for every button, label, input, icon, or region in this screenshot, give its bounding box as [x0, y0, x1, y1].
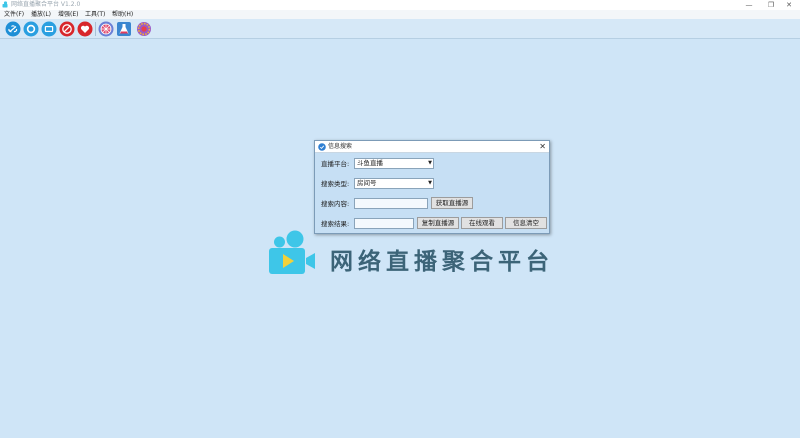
platform-select[interactable]: 斗鱼直播 ▼	[354, 158, 434, 169]
copy-live-source-button[interactable]: 复制直播源	[417, 217, 459, 229]
link-icon[interactable]	[5, 21, 21, 37]
chevron-down-icon: ▼	[428, 160, 432, 166]
globe-icon[interactable]	[98, 21, 114, 37]
chevron-down-icon: ▼	[428, 180, 432, 186]
tv-icon[interactable]	[41, 21, 57, 37]
search-content-label: 搜索内容:	[321, 200, 350, 208]
record-icon[interactable]	[59, 21, 75, 37]
platform-value: 斗鱼直播	[357, 159, 383, 167]
dialog-title: 信息搜索	[328, 143, 353, 150]
get-live-source-button[interactable]: 获取直播源	[431, 197, 473, 209]
search-type-select[interactable]: 房间号 ▼	[354, 178, 434, 189]
dialog-icon	[318, 143, 326, 151]
flask-icon[interactable]	[116, 21, 132, 37]
search-type-value: 房间号	[357, 179, 377, 187]
dialog-title-bar: 信息搜索 ✕	[315, 141, 549, 153]
toolbar-separator	[95, 22, 96, 36]
clear-info-button[interactable]: 信息清空	[505, 217, 547, 229]
toolbar	[0, 19, 800, 39]
live-icon[interactable]	[23, 21, 39, 37]
window-title: 网络直播聚合平台 V1.2.0	[11, 1, 81, 8]
search-result-field[interactable]	[354, 218, 414, 229]
menu-file[interactable]: 文件(F)	[4, 10, 24, 19]
logo-text: 网络直播聚合平台	[330, 249, 554, 275]
minimize-button[interactable]: —	[738, 0, 760, 10]
search-type-label: 搜索类型:	[321, 180, 350, 188]
menu-tools[interactable]: 工具(T)	[85, 10, 105, 19]
menu-bar: 文件(F) 播放(L) 增强(E) 工具(T) 帮助(H)	[0, 10, 800, 19]
search-content-input[interactable]	[354, 198, 428, 209]
search-result-label: 搜索结果:	[321, 220, 350, 228]
title-bar: 网络直播聚合平台 V1.2.0 — ❐ ✕	[0, 0, 800, 10]
menu-play[interactable]: 播放(L)	[31, 10, 51, 19]
menu-enhance[interactable]: 增强(E)	[58, 10, 78, 19]
platform-label: 直播平台:	[321, 160, 350, 168]
gear-icon[interactable]	[136, 21, 152, 37]
camera-logo-icon	[269, 230, 315, 274]
info-search-dialog: 信息搜索 ✕ 直播平台: 斗鱼直播 ▼ 搜索类型: 房间号 ▼ 搜索内容: 获取…	[314, 140, 550, 234]
heart-icon[interactable]	[77, 21, 93, 37]
watch-online-button[interactable]: 在线观看	[461, 217, 503, 229]
menu-help[interactable]: 帮助(H)	[112, 10, 133, 19]
dialog-close-icon[interactable]: ✕	[539, 141, 546, 153]
app-icon	[2, 1, 8, 8]
close-window-button[interactable]: ✕	[778, 0, 800, 10]
